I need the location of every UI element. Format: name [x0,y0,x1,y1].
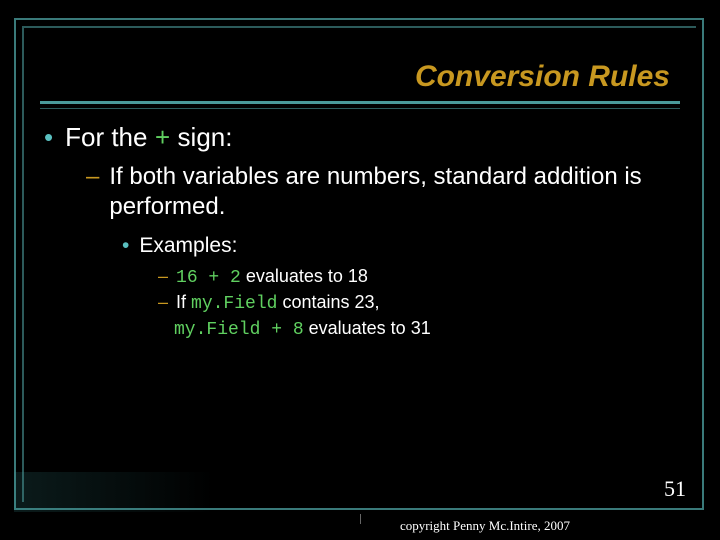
examples-label: Examples: [139,234,237,258]
example-2-cont: my.Field + 8 evaluates to 31 [174,318,674,340]
code-field: my.Field [191,294,277,314]
slide-content: • For the + sign: – If both variables ar… [44,122,674,340]
footer-tick [360,514,361,524]
dash1-text: If both variables are numbers, standard … [109,162,674,222]
example-2: – If my.Field contains 23, [158,292,674,314]
bullet-level2: • Examples: [122,234,674,258]
code-expr: 16 + 2 [176,268,241,288]
result-text: evaluates to 18 [241,266,368,286]
inner-frame-left [22,26,30,502]
copyright-text: copyright Penny Mc.Intire, 2007 [400,518,570,534]
bullet1-text: For the + sign: [65,122,232,154]
example-1-text: 16 + 2 evaluates to 18 [176,266,368,288]
ex2-suffix: contains 23, [277,292,379,312]
bullet1-prefix: For the [65,122,155,152]
dash-mark: – [158,292,168,313]
dash-mark: – [158,266,168,287]
bullet-mark: • [122,234,129,258]
bullet-level1: • For the + sign: [44,122,674,154]
slide-number: 51 [664,476,686,502]
bullet1-suffix: sign: [170,122,232,152]
slide-title: Conversion Rules [415,60,670,94]
inner-frame-top [22,26,696,34]
plus-sign: + [155,124,171,154]
ex2-prefix: If [176,292,191,312]
title-underline-shadow [40,108,680,109]
example-1: – 16 + 2 evaluates to 18 [158,266,674,288]
dash-level1: – If both variables are numbers, standar… [86,162,674,222]
bullet-mark: • [44,122,53,153]
example-2-text: If my.Field contains 23, [176,292,380,314]
result-text: evaluates to 31 [304,318,431,338]
code-expr: my.Field + 8 [174,320,304,340]
dash-mark: – [86,163,99,191]
